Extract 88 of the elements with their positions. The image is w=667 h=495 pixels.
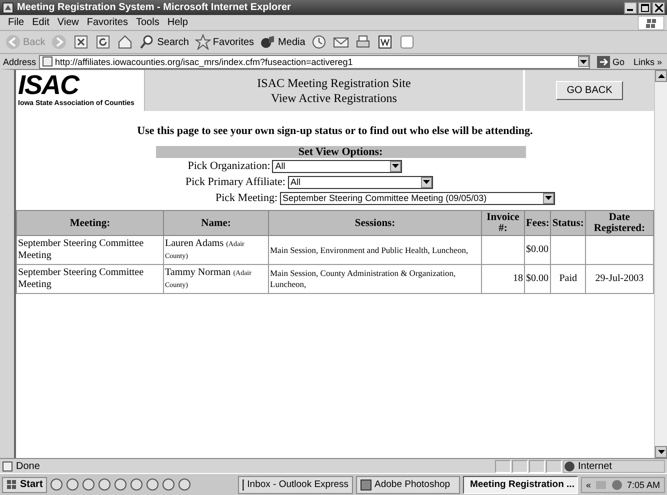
discuss-icon xyxy=(399,34,416,50)
tray-icon[interactable] xyxy=(610,478,623,490)
status-pane xyxy=(495,460,511,472)
page-title: ISAC Meeting Registration Site xyxy=(257,76,411,90)
quick-launch-icon[interactable] xyxy=(162,478,175,491)
printer-icon xyxy=(355,34,372,50)
table-cell: September Steering Committee Meeting xyxy=(16,264,164,294)
tray-expand-button[interactable]: « xyxy=(586,480,591,490)
quick-launch-icon[interactable] xyxy=(178,478,191,491)
dropdown-arrow-icon xyxy=(422,180,430,184)
menu-item[interactable]: Tools xyxy=(132,17,164,28)
table-cell: Main Session, County Administration & Organization, Luncheon, xyxy=(268,264,482,294)
dropdown[interactable]: All xyxy=(272,160,402,172)
dropdown-arrow-icon xyxy=(392,164,400,168)
menu-item[interactable]: Help xyxy=(163,17,192,28)
options-heading: Set View Options: xyxy=(156,146,526,158)
taskbar-button[interactable]: Meeting Registration ... xyxy=(462,476,578,494)
menu-item[interactable]: Edit xyxy=(28,17,54,28)
search-icon xyxy=(139,34,156,50)
quick-launch-icon[interactable] xyxy=(82,478,95,491)
field-label: Pick Primary Affiliate: xyxy=(185,176,286,188)
column-header: Invoice #: xyxy=(482,210,524,236)
window-title: Meeting Registration System - Microsoft Internet Explorer xyxy=(17,2,292,13)
scroll-down-icon[interactable] xyxy=(658,450,664,454)
page-icon xyxy=(2,460,13,472)
menu-item[interactable]: Favorites xyxy=(82,17,132,28)
column-header: Meeting: xyxy=(16,210,164,236)
intro-text: Use this page to see your own sign-up status or to find out who else will be attending. xyxy=(136,125,534,137)
globe-icon xyxy=(564,460,575,472)
page-title: View Active Registrations xyxy=(271,90,397,106)
quick-launch-icon[interactable] xyxy=(50,478,63,491)
address-field[interactable]: http://affiliates.iowacounties.org/isac_mrs/index.cfm?fuseaction=activereg1 xyxy=(39,54,590,68)
scroll-up-icon[interactable] xyxy=(658,74,664,78)
status-pane xyxy=(546,460,562,472)
star-icon xyxy=(194,34,211,50)
table-cell: Main Session, Environment and Public Health, Luncheon, xyxy=(268,236,482,264)
favorites-button[interactable]: Favorites xyxy=(192,34,256,50)
column-header: Fees: xyxy=(524,210,551,236)
security-zone: Internet xyxy=(578,460,612,472)
table-cell: September Steering Committee Meeting xyxy=(16,236,164,264)
table-cell: $0.00 xyxy=(524,236,551,264)
table-cell: 18 xyxy=(482,264,524,294)
menu-item[interactable]: View xyxy=(53,17,83,28)
column-header: Sessions: xyxy=(268,210,482,236)
home-icon xyxy=(117,34,134,50)
quick-launch-icon[interactable] xyxy=(146,478,159,491)
status-pane xyxy=(529,460,545,472)
column-header: Name: xyxy=(164,210,268,236)
quick-launch-icon[interactable] xyxy=(66,478,79,491)
edit-icon xyxy=(377,34,394,50)
dropdown[interactable]: All xyxy=(288,176,432,188)
quick-launch-icon[interactable] xyxy=(98,478,111,491)
windows-logo-icon xyxy=(638,16,664,30)
close-icon xyxy=(654,4,662,12)
search-button[interactable]: Search xyxy=(137,34,191,50)
refresh-icon xyxy=(95,34,112,50)
table-cell: $0.00 xyxy=(524,264,551,294)
maximize-button[interactable] xyxy=(638,2,651,14)
close-button[interactable] xyxy=(652,2,665,14)
links-button[interactable]: Links » xyxy=(631,56,664,66)
media-button[interactable]: Media xyxy=(258,34,308,50)
start-button[interactable]: Start xyxy=(2,476,47,492)
clock: 7:05 AM xyxy=(626,480,660,490)
field-label: Pick Meeting: xyxy=(215,192,278,204)
history-icon xyxy=(311,34,328,50)
dropdown-arrow-icon xyxy=(580,60,588,64)
taskbar-button[interactable]: Adobe Photoshop xyxy=(356,476,460,494)
status-text: Done xyxy=(16,460,40,472)
field-label: Pick Organization: xyxy=(188,160,270,172)
column-header: Date Registered: xyxy=(585,210,654,236)
windows-logo-icon xyxy=(6,478,18,490)
media-icon xyxy=(260,34,276,50)
maximize-icon xyxy=(640,4,648,12)
go-button[interactable]: Go xyxy=(593,56,628,68)
taskbar-button[interactable]: Inbox - Outlook Express xyxy=(238,476,353,494)
table-cell: Paid xyxy=(550,264,586,294)
page-icon xyxy=(42,56,54,67)
menu-item[interactable]: File xyxy=(4,17,28,28)
dropdown-arrow-icon xyxy=(544,196,552,200)
quick-launch-icon[interactable] xyxy=(130,478,143,491)
quick-launch-icon[interactable] xyxy=(114,478,127,491)
address-label: Address xyxy=(3,56,36,66)
status-pane xyxy=(512,460,528,472)
column-header: Status: xyxy=(550,210,586,236)
minimize-button[interactable] xyxy=(624,2,637,14)
dropdown[interactable]: September Steering Committee Meeting (09/05/03) xyxy=(280,192,555,204)
go-back-button[interactable]: GO BACK xyxy=(556,81,624,100)
stop-icon xyxy=(73,34,90,50)
